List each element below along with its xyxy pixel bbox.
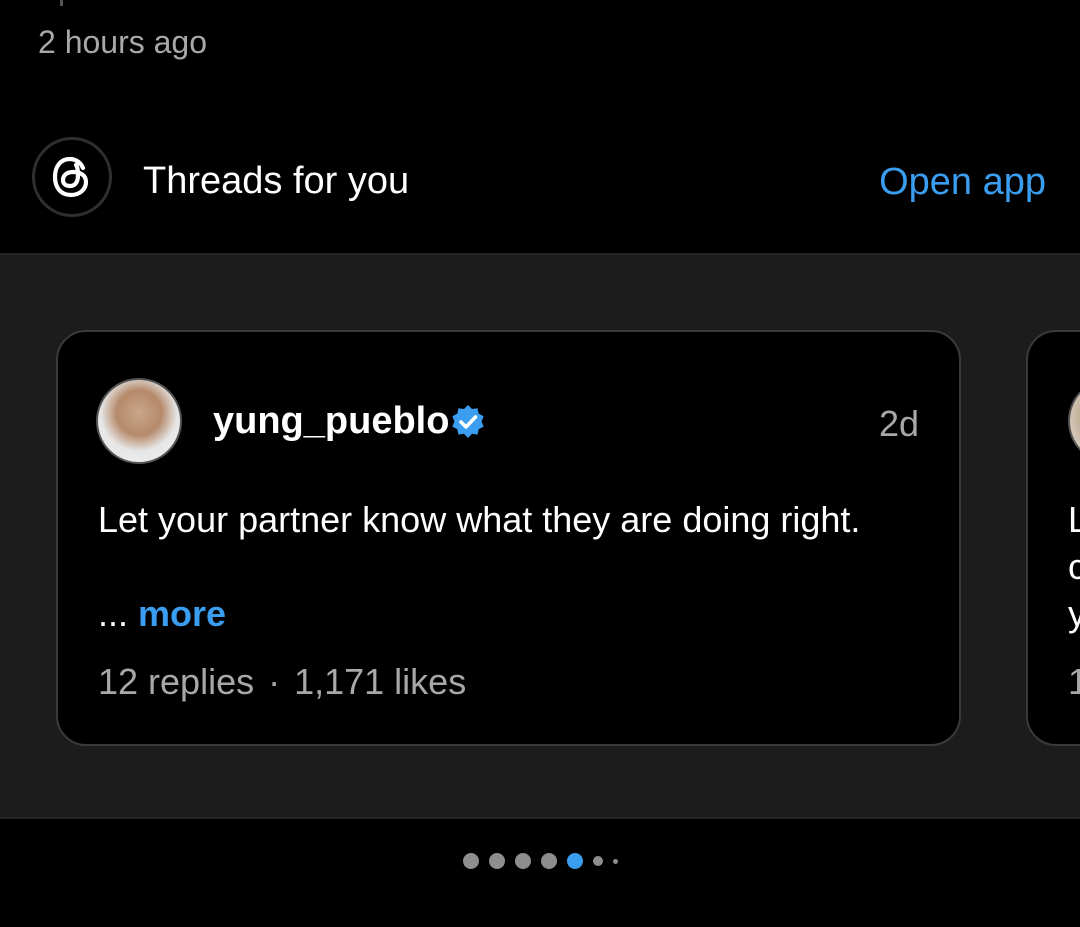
replies-count[interactable]: 12 replies: [98, 661, 254, 702]
pager-dot[interactable]: [462, 853, 479, 869]
thread-time-ago: 2d: [878, 403, 919, 444]
peek-line: c: [1068, 543, 1080, 590]
pager-dot[interactable]: [612, 858, 618, 864]
threads-logo-icon: [32, 137, 112, 217]
peek-line: y: [1068, 590, 1080, 637]
verified-badge-icon: [452, 405, 484, 438]
pager-dot[interactable]: [592, 856, 603, 866]
next-thread-card[interactable]: L c y 1: [1026, 330, 1080, 746]
section-title: Threads for you: [143, 160, 410, 202]
pager-dot[interactable]: [540, 853, 557, 869]
more-line: ... more: [98, 590, 226, 637]
avatar[interactable]: [96, 378, 182, 464]
next-thread-stats-peek: 1: [1068, 659, 1080, 705]
threads-carousel[interactable]: yung_pueblo 2d Let your partner know wha…: [0, 253, 1080, 819]
pager-dot[interactable]: [514, 853, 531, 869]
thread-stats: 12 replies · 1,171 likes: [98, 659, 466, 705]
peek-line: L: [1068, 496, 1080, 543]
next-thread-text-peek: L c y: [1068, 496, 1080, 637]
threads-section-header: Threads for you Open app: [0, 130, 1080, 232]
carousel-pager: [0, 846, 1080, 876]
avatar: [1068, 378, 1080, 464]
likes-count[interactable]: 1,171 likes: [294, 661, 466, 702]
notification-timestamp: 2 hours ago: [38, 24, 208, 60]
thread-username[interactable]: yung_pueblo: [213, 398, 449, 444]
ellipsis: ...: [98, 593, 129, 634]
more-link[interactable]: more: [138, 593, 226, 634]
pager-dot-active[interactable]: [566, 853, 583, 869]
thread-text: Let your partner know what they are doin…: [98, 499, 861, 540]
pager-dot[interactable]: [488, 853, 505, 869]
stats-separator: ·: [268, 661, 281, 702]
thread-card[interactable]: yung_pueblo 2d Let your partner know wha…: [56, 330, 961, 746]
open-app-link[interactable]: Open app: [879, 159, 1046, 205]
top-divider-tick: [60, 0, 63, 6]
